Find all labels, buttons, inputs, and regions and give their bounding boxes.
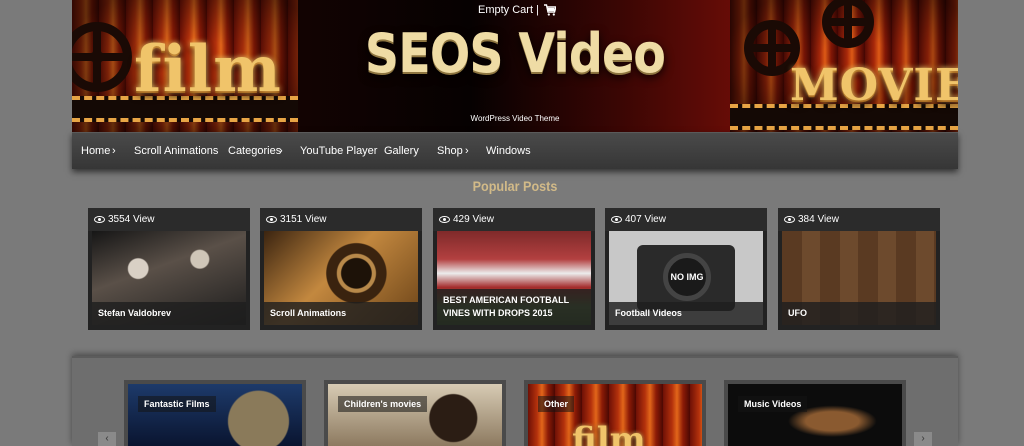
popular-posts-heading: Popular Posts [472,178,558,194]
category-card[interactable]: film Other [524,380,706,446]
view-count: 384 View [778,208,940,231]
popular-post-card[interactable]: 384 View UFO [778,208,940,330]
film-logo: film [572,420,646,446]
nav-item-windows[interactable]: Windows [486,133,531,170]
main-navigation: Home › Scroll Animations Categories › Yo… [72,132,958,169]
view-count-text: 384 View [798,214,839,225]
post-title[interactable]: BEST AMERICAN FOOTBALL VINES WITH DROPS … [437,289,591,325]
category-thumbnail[interactable] [128,384,302,446]
nav-item-scroll-animations[interactable]: Scroll Animations [134,133,218,170]
nav-item-categories[interactable]: Categories [228,133,281,170]
popular-post-card[interactable]: 3151 View Scroll Animations [260,208,422,330]
view-count: 3151 View [260,208,422,231]
eye-icon [94,216,105,223]
view-count-text: 407 View [625,214,666,225]
view-count: 407 View [605,208,767,231]
nav-item-gallery[interactable]: Gallery [384,133,419,170]
slider-prev-arrow-icon[interactable]: ‹ [98,432,116,446]
category-label[interactable]: Music Videos [738,396,808,412]
submenu-arrow-icon[interactable]: › [465,133,469,170]
category-label[interactable]: Children's movies [338,396,428,412]
site-header: film MOVIE Empty Cart | SEOS Video WordP… [72,0,958,132]
submenu-arrow-icon[interactable]: › [112,133,116,170]
post-thumbnail[interactable]: NO IMG Football Videos [609,231,763,325]
post-title[interactable]: UFO [782,302,936,325]
cart-link[interactable]: Empty Cart | [478,4,557,16]
popular-post-card[interactable]: 3554 View Stefan Valdobrev [88,208,250,330]
view-count-text: 3151 View [280,214,327,225]
film-logo: film [134,32,282,107]
post-title[interactable]: Scroll Animations [264,302,418,325]
category-thumbnail[interactable] [728,384,902,446]
post-title[interactable]: Football Videos [609,302,763,325]
eye-icon [266,216,277,223]
popular-post-card[interactable]: 429 View BEST AMERICAN FOOTBALL VINES WI… [433,208,595,330]
nav-item-home[interactable]: Home [81,133,110,170]
post-title[interactable]: Stefan Valdobrev [92,302,246,325]
view-count: 3554 View [88,208,250,231]
category-card[interactable]: Music Videos [724,380,906,446]
category-thumbnail[interactable]: film [528,384,702,446]
nav-item-shop[interactable]: Shop [437,133,463,170]
cart-label[interactable]: Empty Cart | [478,4,539,16]
category-label[interactable]: Other [538,396,575,412]
category-label[interactable]: Fantastic Films [138,396,216,412]
eye-icon [439,216,450,223]
view-count-text: 3554 View [108,214,155,225]
post-thumbnail[interactable]: Scroll Animations [264,231,418,325]
curtain-left-image: film [72,0,298,132]
site-title[interactable]: SEOS Video [324,22,706,85]
view-count: 429 View [433,208,595,231]
category-thumbnail[interactable] [328,384,502,446]
post-thumbnail[interactable]: UFO [782,231,936,325]
cart-icon[interactable] [543,4,557,16]
movie-logo: MOVIE [790,60,958,111]
eye-icon [611,216,622,223]
post-thumbnail[interactable]: BEST AMERICAN FOOTBALL VINES WITH DROPS … [437,231,591,325]
submenu-arrow-icon[interactable]: › [279,133,283,170]
post-thumbnail[interactable]: Stefan Valdobrev [92,231,246,325]
nav-item-youtube-player[interactable]: YouTube Player [300,133,377,170]
category-card[interactable]: Children's movies [324,380,506,446]
view-count-text: 429 View [453,214,494,225]
category-card[interactable]: Fantastic Films [124,380,306,446]
page-wrapper: film MOVIE Empty Cart | SEOS Video WordP… [72,0,958,446]
slider-next-arrow-icon[interactable]: › [914,432,932,446]
popular-post-card[interactable]: 407 View NO IMG Football Videos [605,208,767,330]
site-tagline: WordPress Video Theme [470,114,560,123]
eye-icon [784,216,795,223]
no-image-placeholder: NO IMG [663,253,711,301]
